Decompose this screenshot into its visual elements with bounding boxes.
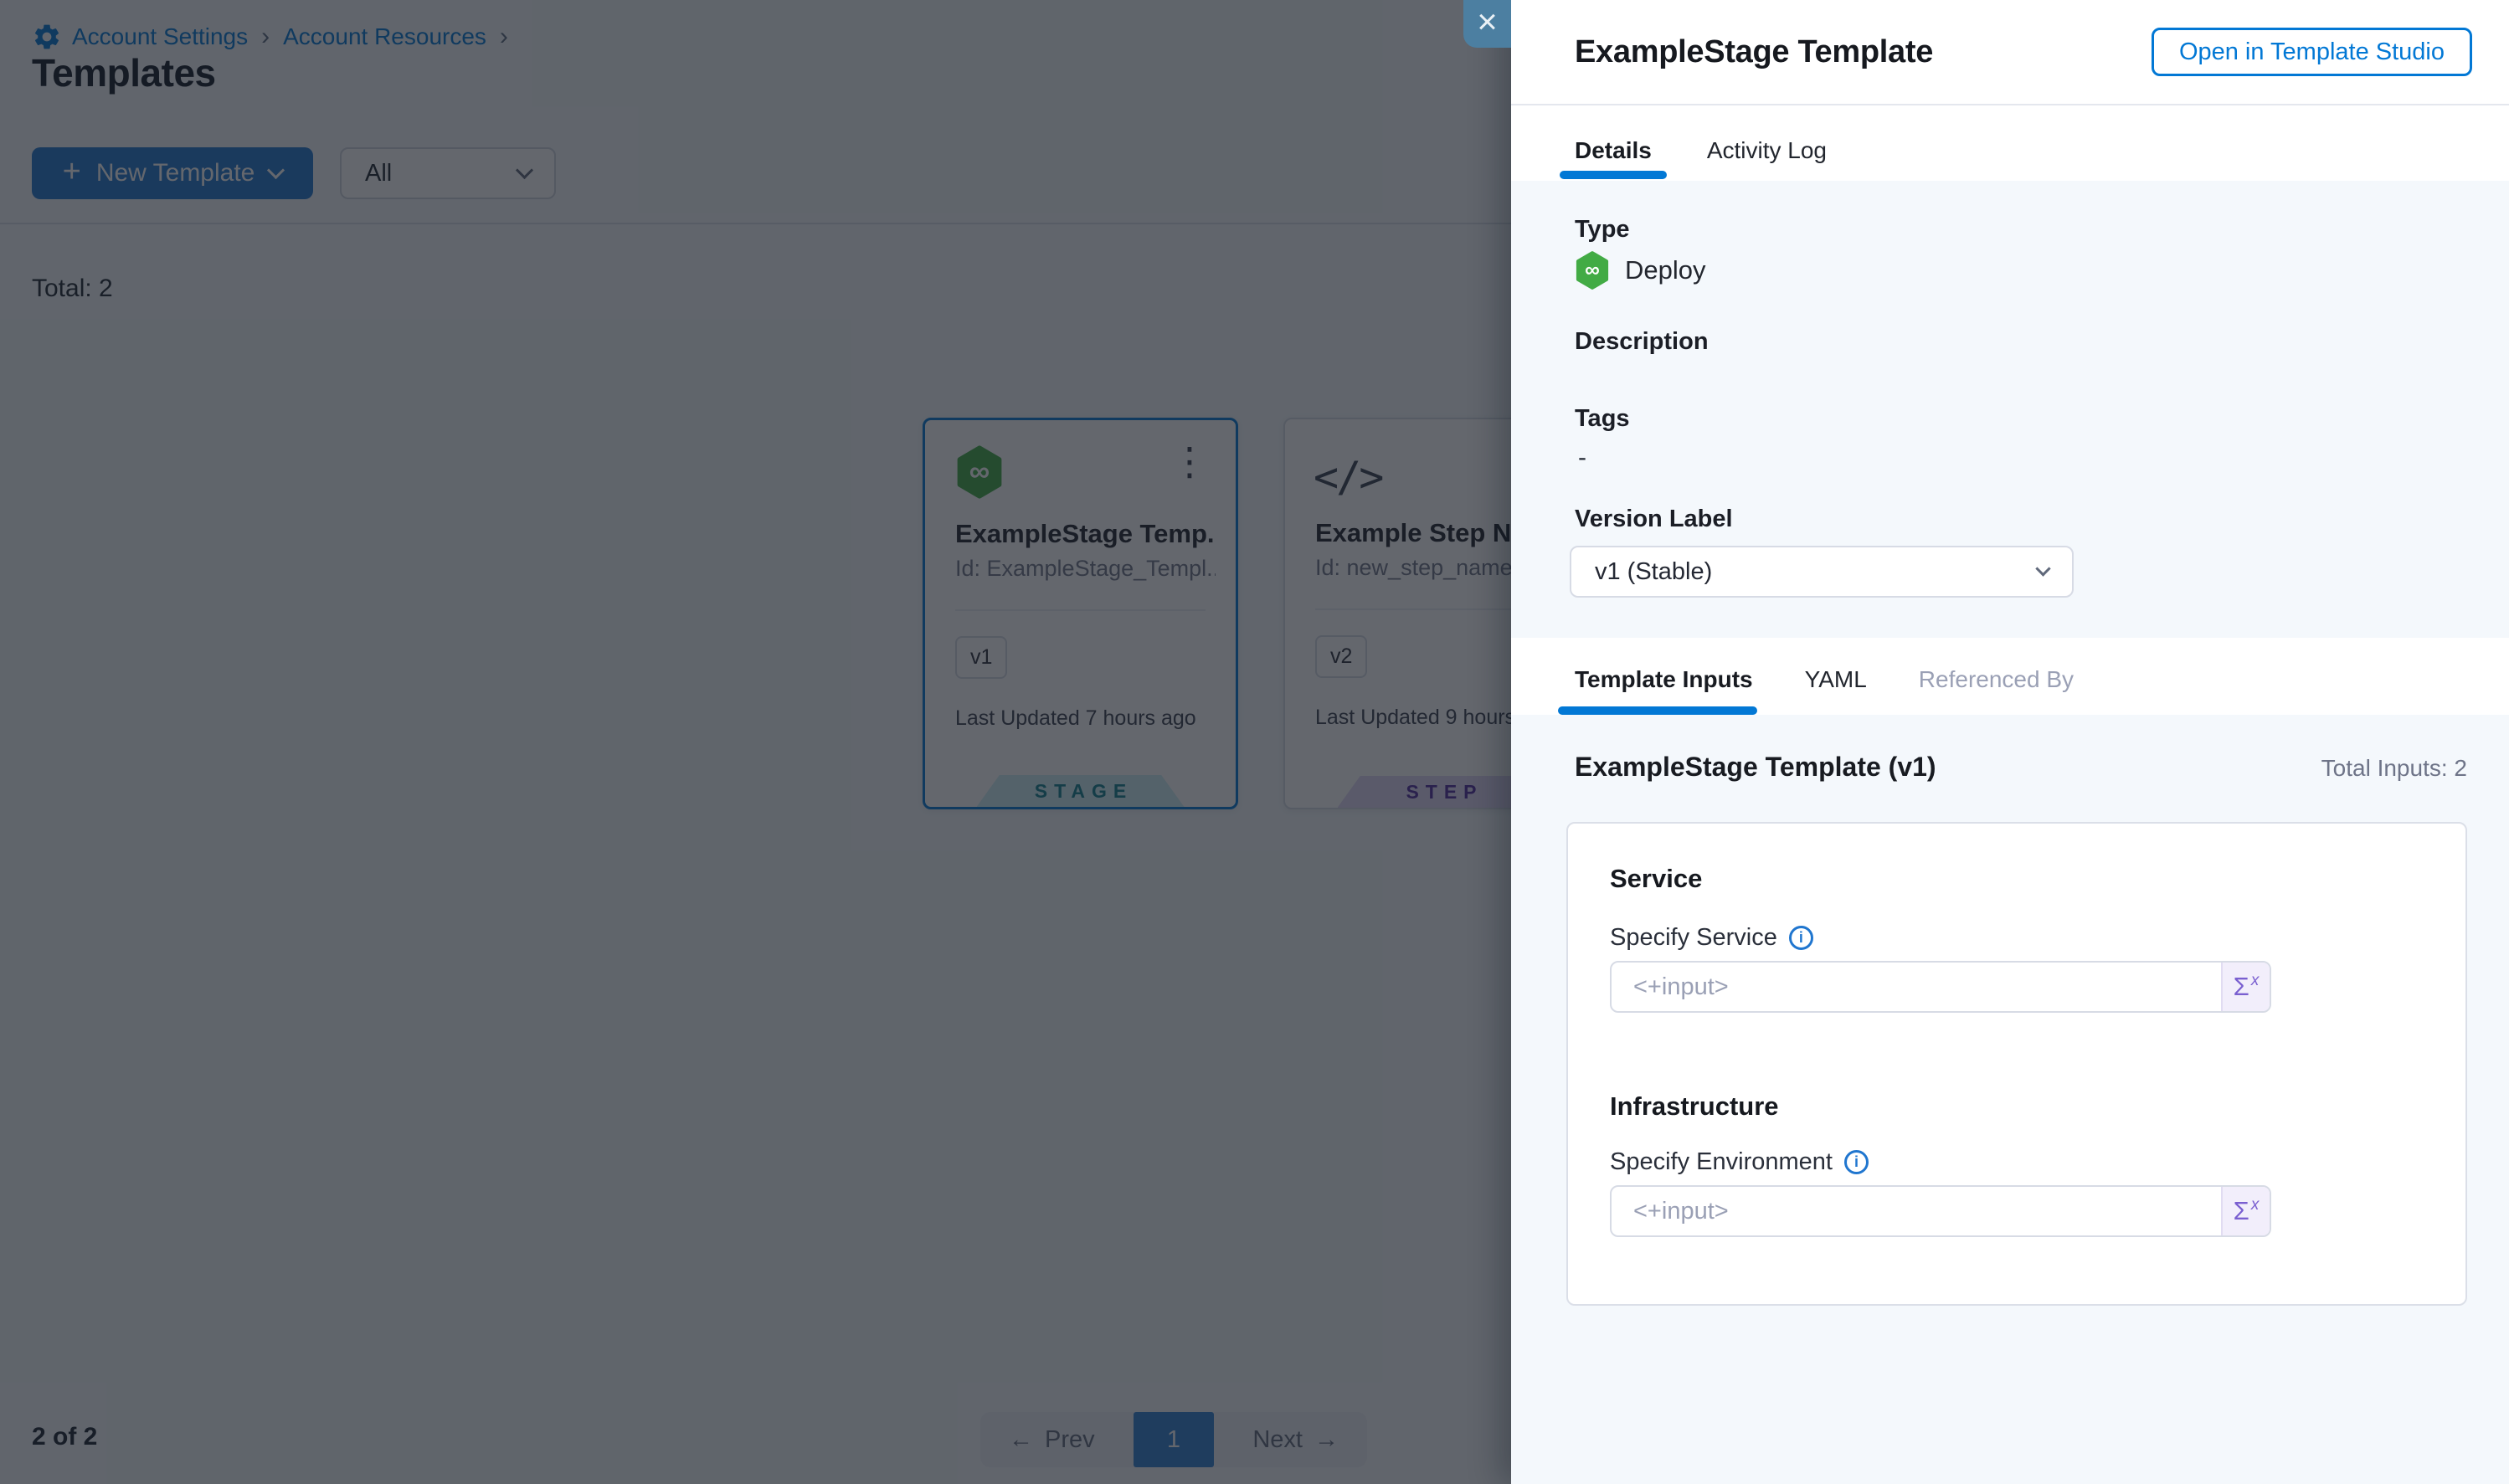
tags-value: -: [1578, 444, 1586, 472]
chevron-down-icon: [2035, 561, 2050, 576]
sigma-glyph: Σ: [2234, 1196, 2249, 1226]
input-type-selector-icon[interactable]: Σx: [2221, 1187, 2270, 1235]
drawer-tabbar: Details Activity Log: [1511, 107, 2509, 181]
infrastructure-section-title: Infrastructure: [1610, 1091, 1779, 1122]
drawer-subtabbar: Template Inputs YAML Referenced By: [1511, 638, 2509, 715]
service-input-group: Σx: [1610, 961, 2271, 1013]
version-select-value: v1 (Stable): [1595, 558, 1712, 586]
service-input[interactable]: [1612, 963, 2221, 1011]
template-details-drawer: × ExampleStage Template Open in Template…: [1511, 0, 2509, 1484]
deploy-hexagon-icon: ∞: [1575, 251, 1610, 290]
total-inputs-count: Total Inputs: 2: [2321, 755, 2467, 782]
templates-page-screen: Account Settings › Account Resources › T…: [0, 0, 2509, 1484]
drawer-title: ExampleStage Template: [1575, 34, 1933, 70]
sigma-sup-glyph: x: [2251, 1196, 2260, 1214]
template-inputs-header: ExampleStage Template (v1) Total Inputs:…: [1575, 752, 2467, 783]
close-drawer-button[interactable]: ×: [1463, 0, 1511, 48]
type-label: Type: [1575, 216, 1630, 244]
template-inputs-panel: ExampleStage Template (v1) Total Inputs:…: [1511, 715, 2509, 1484]
sigma-glyph: Σ: [2234, 972, 2249, 1002]
open-in-template-studio-button[interactable]: Open in Template Studio: [2152, 28, 2472, 76]
description-label: Description: [1575, 328, 1709, 356]
drawer-header: ExampleStage Template Open in Template S…: [1511, 0, 2509, 105]
specify-service-label-row: Specify Service i: [1610, 924, 1813, 952]
environment-input[interactable]: [1612, 1187, 2221, 1235]
version-select[interactable]: v1 (Stable): [1570, 546, 2074, 598]
active-tab-underline: [1558, 706, 1757, 715]
tab-template-inputs[interactable]: Template Inputs: [1575, 638, 1753, 715]
details-panel: Type ∞ Deploy Description Tags - Version…: [1511, 181, 2509, 638]
tab-details[interactable]: Details: [1575, 107, 1652, 181]
close-icon: ×: [1477, 4, 1498, 39]
sigma-sup-glyph: x: [2251, 972, 2260, 990]
tab-yaml[interactable]: YAML: [1805, 638, 1867, 715]
active-tab-underline: [1560, 171, 1667, 179]
service-section-title: Service: [1610, 864, 1702, 894]
tags-label: Tags: [1575, 405, 1630, 433]
tab-activity-log[interactable]: Activity Log: [1707, 107, 1827, 181]
specify-environment-label-row: Specify Environment i: [1610, 1148, 1869, 1176]
info-icon[interactable]: i: [1789, 926, 1813, 950]
specify-environment-label: Specify Environment: [1610, 1148, 1833, 1176]
tab-referenced-by[interactable]: Referenced By: [1919, 638, 2074, 715]
type-value: Deploy: [1625, 255, 1706, 285]
specify-service-label: Specify Service: [1610, 924, 1777, 952]
template-inputs-card: Service Specify Service i Σx Infrastruct…: [1566, 822, 2467, 1306]
type-value-row: ∞ Deploy: [1575, 251, 1706, 290]
template-inputs-heading: ExampleStage Template (v1): [1575, 752, 1936, 783]
version-label: Version Label: [1575, 506, 1733, 533]
infinity-glyph: ∞: [1585, 259, 1600, 282]
input-type-selector-icon[interactable]: Σx: [2221, 963, 2270, 1011]
environment-input-group: Σx: [1610, 1185, 2271, 1237]
info-icon[interactable]: i: [1844, 1150, 1869, 1174]
